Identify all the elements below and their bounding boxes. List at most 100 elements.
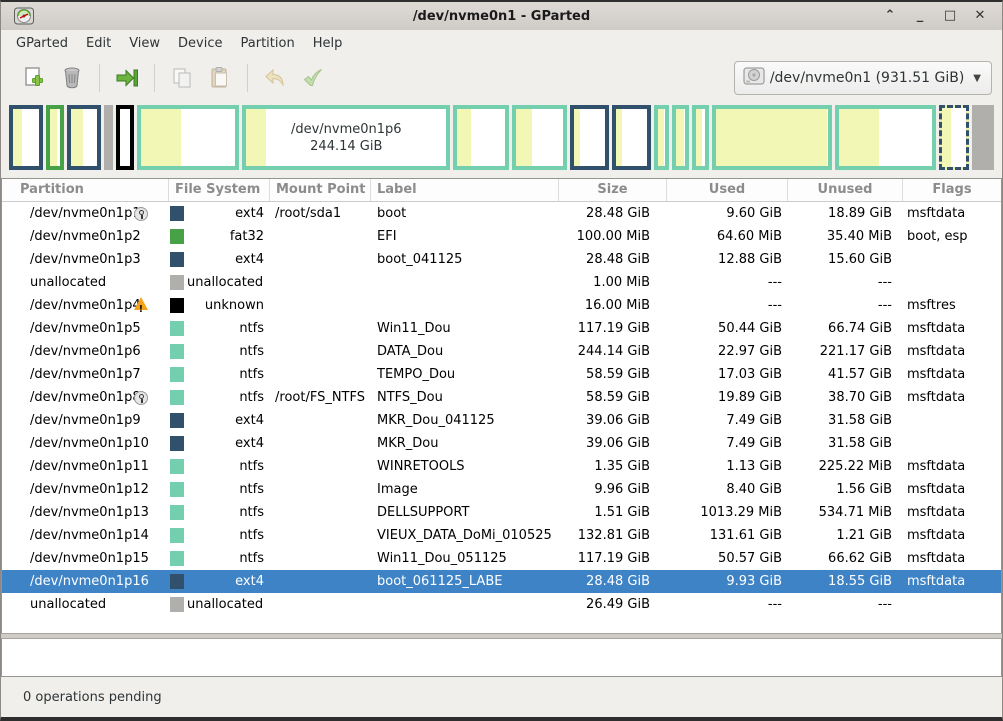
flags-cell: msftres xyxy=(903,294,1001,317)
partition-cell: /dev/nvme0n1p7 xyxy=(2,363,169,386)
table-row[interactable]: /dev/nvme0n1p8ntfs/root/FS_NTFSNTFS_Dou5… xyxy=(2,386,1001,409)
size-cell: 26.49 GiB xyxy=(559,593,667,616)
table-row[interactable]: /dev/nvme0n1p1ext4/root/sda1boot28.48 Gi… xyxy=(2,202,1001,225)
mount-point-cell xyxy=(270,501,371,524)
disk-segment--dev-nvme0n1p1[interactable] xyxy=(9,105,43,170)
menu-edit[interactable]: Edit xyxy=(77,33,120,54)
mount-point-cell xyxy=(270,363,371,386)
disk-segment--dev-nvme0n1p14[interactable] xyxy=(712,105,833,170)
table-row[interactable]: /dev/nvme0n1p12ntfsImage9.96 GiB8.40 GiB… xyxy=(2,478,1001,501)
menu-gparted[interactable]: GParted xyxy=(7,33,77,54)
disk-segment--dev-nvme0n1p3[interactable] xyxy=(67,105,101,170)
label-cell: MKR_Dou xyxy=(371,432,559,455)
menu-partition[interactable]: Partition xyxy=(232,33,304,54)
partition-cell: /dev/nvme0n1p9 xyxy=(2,409,169,432)
size-cell: 28.48 GiB xyxy=(559,248,667,271)
label-cell xyxy=(371,294,559,317)
unused-cell: 18.55 GiB xyxy=(788,570,903,593)
table-row[interactable]: /dev/nvme0n1p4unknown16.00 MiB------msft… xyxy=(2,294,1001,317)
disk-segment--dev-nvme0n1p2[interactable] xyxy=(46,105,64,170)
table-row[interactable]: /dev/nvme0n1p7ntfsTEMPO_Dou58.59 GiB17.0… xyxy=(2,363,1001,386)
filesystem-color-swatch xyxy=(170,482,184,497)
menu-device[interactable]: Device xyxy=(169,33,231,54)
window-title: /dev/nvme0n1 - GParted xyxy=(1,9,1002,24)
segment-interior xyxy=(942,108,966,167)
disk-segment--dev-nvme0n1p12[interactable] xyxy=(672,105,689,170)
table-row[interactable]: /dev/nvme0n1p14ntfsVIEUX_DATA_DoMi_01052… xyxy=(2,524,1001,547)
shade-button[interactable]: ⌃ xyxy=(880,6,900,26)
apply-button[interactable] xyxy=(294,61,332,95)
paste-button[interactable] xyxy=(201,61,239,95)
table-row[interactable]: unallocatedunallocated1.00 MiB------ xyxy=(2,271,1001,294)
filesystem-color-swatch xyxy=(170,229,184,244)
unused-cell: 41.57 GiB xyxy=(788,363,903,386)
disk-segment--dev-nvme0n1p4[interactable] xyxy=(116,105,134,170)
table-row[interactable]: /dev/nvme0n1p15ntfsWin11_Dou_051125117.1… xyxy=(2,547,1001,570)
unused-cell: 225.22 MiB xyxy=(788,455,903,478)
table-row[interactable]: /dev/nvme0n1p6ntfsDATA_Dou244.14 GiB22.9… xyxy=(2,340,1001,363)
mount-point-cell xyxy=(270,547,371,570)
table-header: PartitionFile SystemMount PointLabelSize… xyxy=(2,179,1001,202)
delete-partition-button[interactable] xyxy=(53,61,91,95)
filesystem-name: ntfs xyxy=(239,363,270,386)
partition-cell: /dev/nvme0n1p2 xyxy=(2,225,169,248)
mount-point-cell xyxy=(270,478,371,501)
resize-move-button[interactable] xyxy=(108,61,146,95)
disk-segment--dev-nvme0n1p6[interactable]: /dev/nvme0n1p6244.14 GiB xyxy=(242,105,450,170)
menu-help[interactable]: Help xyxy=(304,33,352,54)
used-cell: 8.40 GiB xyxy=(667,478,788,501)
undo-button[interactable] xyxy=(256,61,294,95)
new-partition-button[interactable] xyxy=(15,61,53,95)
label-cell: VIEUX_DATA_DoMi_010525 xyxy=(371,524,559,547)
size-cell: 39.06 GiB xyxy=(559,432,667,455)
disk-segment-unallocated[interactable] xyxy=(104,105,113,170)
partition-cell: /dev/nvme0n1p13 xyxy=(2,501,169,524)
maximize-button[interactable]: □ xyxy=(940,6,960,26)
close-button[interactable]: ✕ xyxy=(970,6,990,26)
disk-segment-unallocated[interactable] xyxy=(972,105,994,170)
used-cell: --- xyxy=(667,294,788,317)
minimize-button[interactable]: _ xyxy=(910,6,930,26)
unused-cell: 1.21 GiB xyxy=(788,524,903,547)
label-cell: Win11_Dou_051125 xyxy=(371,547,559,570)
device-selector[interactable]: /dev/nvme0n1 (931.51 GiB) ▼ xyxy=(734,61,992,95)
size-cell: 28.48 GiB xyxy=(559,570,667,593)
filesystem-name: ntfs xyxy=(239,317,270,340)
filesystem-name: ntfs xyxy=(239,386,270,409)
disk-segment--dev-nvme0n1p7[interactable] xyxy=(453,105,509,170)
used-cell: --- xyxy=(667,593,788,616)
table-row[interactable]: /dev/nvme0n1p3ext4boot_04112528.48 GiB12… xyxy=(2,248,1001,271)
statusbar: 0 operations pending xyxy=(1,677,1002,717)
disk-segment--dev-nvme0n1p11[interactable] xyxy=(654,105,669,170)
table-row[interactable]: /dev/nvme0n1p11ntfsWINRETOOLS1.35 GiB1.1… xyxy=(2,455,1001,478)
disk-segment--dev-nvme0n1p8[interactable] xyxy=(512,105,567,170)
menu-view[interactable]: View xyxy=(120,33,169,54)
disk-segment--dev-nvme0n1p9[interactable] xyxy=(570,105,609,170)
filesystem-cell: unallocated xyxy=(169,271,270,294)
table-row[interactable]: /dev/nvme0n1p5ntfsWin11_Dou117.19 GiB50.… xyxy=(2,317,1001,340)
filesystem-name: fat32 xyxy=(230,225,270,248)
partition-cell: /dev/nvme0n1p14 xyxy=(2,524,169,547)
partition-cell: /dev/nvme0n1p12 xyxy=(2,478,169,501)
table-row[interactable]: /dev/nvme0n1p10ext4MKR_Dou39.06 GiB7.49 … xyxy=(2,432,1001,455)
table-row[interactable]: /dev/nvme0n1p13ntfsDELLSUPPORT1.51 GiB10… xyxy=(2,501,1001,524)
table-row[interactable]: unallocatedunallocated26.49 GiB------ xyxy=(2,593,1001,616)
partition-cell: /dev/nvme0n1p10 xyxy=(2,432,169,455)
disk-segment--dev-nvme0n1p16[interactable] xyxy=(939,105,969,170)
copy-button[interactable] xyxy=(163,61,201,95)
flags-cell xyxy=(903,248,1001,271)
disk-segment--dev-nvme0n1p5[interactable] xyxy=(137,105,240,170)
size-cell: 1.51 GiB xyxy=(559,501,667,524)
disk-segment--dev-nvme0n1p15[interactable] xyxy=(835,105,936,170)
toolbar-buttons xyxy=(15,61,332,95)
table-row[interactable]: /dev/nvme0n1p2fat32EFI100.00 MiB64.60 Mi… xyxy=(2,225,1001,248)
table-row[interactable]: /dev/nvme0n1p9ext4MKR_Dou_04112539.06 Gi… xyxy=(2,409,1001,432)
disk-segment--dev-nvme0n1p10[interactable] xyxy=(612,105,651,170)
unused-cell: 18.89 GiB xyxy=(788,202,903,225)
used-cell: 50.44 GiB xyxy=(667,317,788,340)
filesystem-color-swatch xyxy=(170,252,184,267)
table-row[interactable]: /dev/nvme0n1p16ext4boot_061125_LABE28.48… xyxy=(2,570,1001,593)
label-cell xyxy=(371,593,559,616)
filesystem-cell: ntfs xyxy=(169,455,270,478)
disk-segment--dev-nvme0n1p13[interactable] xyxy=(692,105,709,170)
